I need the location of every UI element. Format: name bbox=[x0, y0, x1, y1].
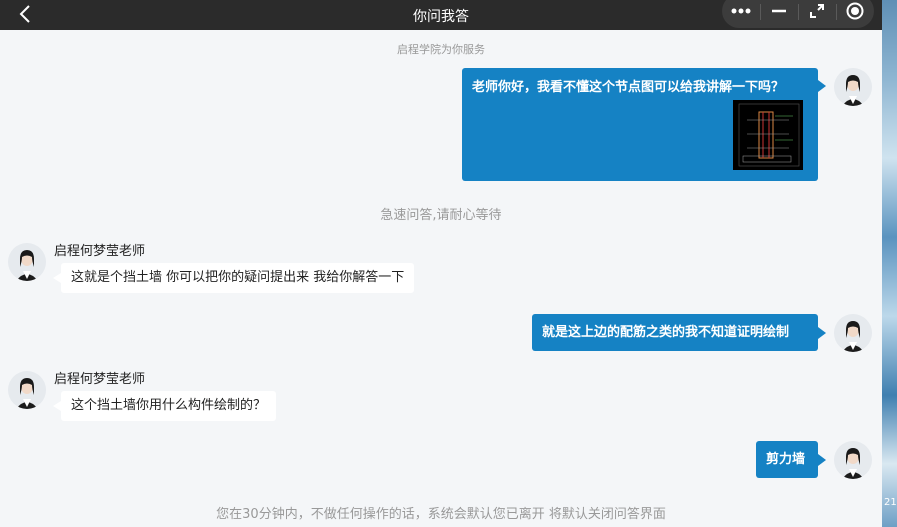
waiting-note: 急速问答,请耐心等待 bbox=[380, 208, 502, 223]
message-bubble-outgoing: 就是这上边的配筋之类的我不知道证明绘制 bbox=[532, 314, 826, 351]
title-bar: 你问我答 bbox=[0, 0, 882, 30]
record-button[interactable] bbox=[836, 0, 874, 28]
drawing-thumbnail[interactable] bbox=[733, 100, 803, 170]
message-bubble-outgoing: 老师你好，我看不懂这个节点图可以给我讲解一下吗？ bbox=[462, 68, 826, 181]
timeout-note: 您在30分钟内，不做任何操作的话，系统会默认您已离开 将默认关闭问答界面 bbox=[216, 507, 666, 522]
avatar-icon bbox=[8, 371, 46, 409]
message-bubble-outgoing: 剪力墙 bbox=[756, 441, 826, 478]
avatar[interactable] bbox=[8, 243, 46, 281]
avatar[interactable] bbox=[834, 441, 872, 479]
desktop-clock-fragment: 21 bbox=[884, 497, 897, 508]
more-dots-icon bbox=[731, 8, 751, 14]
chat-window: 你问我答 启程学院为你服务 老师你好，我看不懂这个节点图可以给我讲解一下吗？ 急… bbox=[0, 0, 882, 527]
sender-name: 启程何梦莹老师 bbox=[54, 372, 146, 387]
sender-name: 启程何梦莹老师 bbox=[54, 244, 146, 259]
message-text: 就是这上边的配筋之类的我不知道证明绘制 bbox=[542, 325, 790, 340]
message-bubble-incoming: 这就是个挡土墙 你可以把你的疑问提出来 我给你解答一下 bbox=[52, 263, 415, 293]
avatar-icon bbox=[834, 441, 872, 479]
avatar-icon bbox=[8, 243, 46, 281]
message-text: 老师你好，我看不懂这个节点图可以给我讲解一下吗？ bbox=[472, 80, 785, 95]
more-button[interactable] bbox=[722, 0, 760, 28]
message-text: 剪力墙 bbox=[766, 452, 806, 467]
avatar-icon bbox=[834, 68, 872, 106]
window-capsule bbox=[722, 0, 874, 28]
minimize-button[interactable] bbox=[760, 0, 798, 28]
restore-button[interactable] bbox=[798, 0, 836, 28]
service-note: 启程学院为你服务 bbox=[397, 43, 485, 56]
record-icon bbox=[846, 2, 864, 20]
avatar-icon bbox=[834, 314, 872, 352]
restore-icon bbox=[810, 4, 824, 18]
avatar[interactable] bbox=[8, 371, 46, 409]
message-bubble-incoming: 这个挡土墙你用什么构件绘制的？ bbox=[52, 391, 277, 421]
message-text: 这就是个挡土墙 你可以把你的疑问提出来 我给你解答一下 bbox=[71, 270, 405, 285]
desktop-background-strip bbox=[882, 0, 897, 527]
minimize-icon bbox=[772, 9, 786, 13]
avatar[interactable] bbox=[834, 68, 872, 106]
message-text: 这个挡土墙你用什么构件绘制的？ bbox=[71, 398, 267, 413]
avatar[interactable] bbox=[834, 314, 872, 352]
